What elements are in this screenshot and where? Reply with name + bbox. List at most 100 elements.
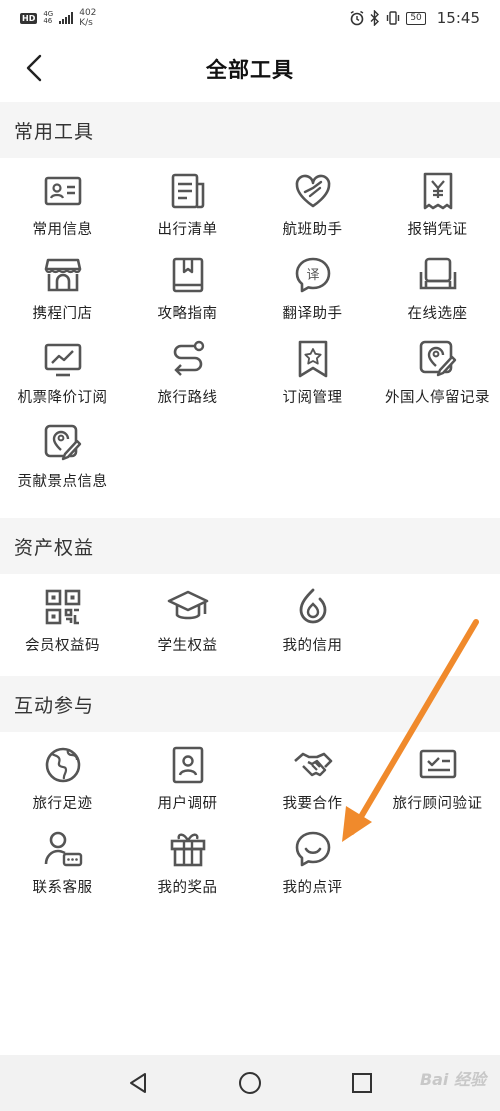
network-type: 4G 46 [43,11,53,25]
tool-student-benefit[interactable]: 学生权益 [125,574,250,658]
tool-label: 学生权益 [157,638,218,654]
bluetooth-icon [370,10,380,26]
tool-customer-service[interactable]: 联系客服 [0,816,125,900]
tool-seat-selection[interactable]: 在线选座 [375,242,500,326]
tool-flight-assistant[interactable]: 航班助手 [250,158,375,242]
svg-text:译: 译 [306,268,319,283]
tool-label: 旅行路线 [157,390,218,406]
pin-pencil-icon [44,424,81,461]
tool-cooperation[interactable]: 我要合作 [250,732,375,816]
customer-service-icon [44,831,82,867]
tool-label: 机票降价订阅 [17,390,108,406]
section-common-tools-header: 常用工具 [0,102,500,158]
tool-travel-footprint[interactable]: 旅行足迹 [0,732,125,816]
nav-recents-button[interactable] [342,1063,382,1103]
checklist-icon [171,173,204,209]
tool-subscription[interactable]: 订阅管理 [250,326,375,410]
tool-label: 我的奖品 [157,880,218,896]
comment-icon [295,831,330,867]
tool-travel-list[interactable]: 出行清单 [125,158,250,242]
status-left: HD 4G 46 402 K/s [20,8,96,28]
gift-icon [170,833,205,867]
status-right: 50 15:45 [349,9,480,27]
globe-icon [45,747,80,783]
tool-travel-route[interactable]: 旅行路线 [125,326,250,410]
tool-price-alert[interactable]: 机票降价订阅 [0,326,125,410]
signal-icon [59,12,74,24]
bookmark-star-icon [298,340,327,378]
tool-common-info[interactable]: 常用信息 [0,158,125,242]
tool-label: 我的点评 [282,880,343,896]
section-assets-header: 资产权益 [0,518,500,574]
tool-label: 在线选座 [407,306,468,322]
tool-label: 旅行足迹 [32,796,93,812]
circle-home-icon [239,1072,261,1094]
battery-icon: 50 [406,11,426,25]
tool-label: 用户调研 [157,796,218,812]
tool-ctrip-store[interactable]: 携程门店 [0,242,125,326]
speed-unit: K/s [79,18,93,28]
id-card-icon [44,176,81,206]
translate-icon: 译 [295,257,330,293]
pin-pencil-icon [419,340,456,377]
baidu-watermark: Bai 经验 [419,1070,486,1089]
tool-label: 攻略指南 [157,306,218,322]
network-speed: 402 K/s [79,8,96,28]
guide-book-icon [172,257,203,293]
qr-code-icon [45,589,80,625]
section-interaction-grid: 旅行足迹 用户调研 我要合作 旅行顾问验证 联系客服 我的奖品 我的点评 [0,732,500,900]
speed-value: 402 [79,8,97,18]
tool-label: 出行清单 [157,222,218,238]
tool-user-survey[interactable]: 用户调研 [125,732,250,816]
section-interaction-header: 互动参与 [0,676,500,732]
status-time: 15:45 [436,9,480,27]
tool-label: 会员权益码 [25,638,100,654]
tool-my-reviews[interactable]: 我的点评 [250,816,375,900]
tool-label: 我要合作 [282,796,343,812]
price-chart-icon [44,343,81,377]
tool-label: 旅行顾问验证 [392,796,483,812]
tool-label: 翻译助手 [282,306,343,322]
triangle-back-icon [130,1073,146,1093]
tool-label: 携程门店 [32,306,93,322]
tool-label: 报销凭证 [407,222,468,238]
store-icon [44,258,81,292]
tool-my-prizes[interactable]: 我的奖品 [125,816,250,900]
tool-my-credit[interactable]: 我的信用 [250,574,375,658]
tool-guide[interactable]: 攻略指南 [125,242,250,326]
vibrate-icon [387,11,400,25]
hd-badge: HD [20,12,38,24]
tool-label: 贡献景点信息 [17,474,108,490]
tool-label: 我的信用 [282,638,343,654]
section-common-tools-grid: 常用信息 出行清单 航班助手 报销凭证 携程门店 攻略指南 译 翻译助手 在线选… [0,158,500,494]
tool-translate[interactable]: 译 翻译助手 [250,242,375,326]
verify-card-icon [419,749,456,779]
route-icon [173,340,204,376]
chevron-left-icon [26,54,42,82]
nav-back-button[interactable] [118,1063,158,1103]
tool-label: 联系客服 [32,880,93,896]
tool-member-code[interactable]: 会员权益码 [0,574,125,658]
flight-heart-icon [295,174,330,208]
back-button[interactable] [14,48,54,88]
tool-reimbursement[interactable]: 报销凭证 [375,158,500,242]
page-title: 全部工具 [206,58,294,82]
square-recents-icon [352,1073,372,1093]
section-assets-grid: 会员权益码 学生权益 我的信用 [0,574,500,658]
tool-advisor-verify[interactable]: 旅行顾问验证 [375,732,500,816]
handshake-icon [293,752,332,777]
tool-label: 航班助手 [282,222,343,238]
tool-foreigner-stay[interactable]: 外国人停留记录 [375,326,500,410]
tool-label: 外国人停留记录 [385,390,490,406]
survey-icon [172,746,203,784]
tool-label: 订阅管理 [282,390,343,406]
tool-contribute-spot[interactable]: 贡献景点信息 [0,410,125,494]
nav-home-button[interactable] [230,1063,270,1103]
graduation-cap-icon [167,590,208,620]
seat-icon [419,257,456,290]
page-header: 全部工具 [0,36,500,102]
tool-label: 常用信息 [32,222,93,238]
network-sub-label: 46 [43,17,53,25]
alarm-icon [350,10,364,26]
drop-icon [299,588,326,624]
